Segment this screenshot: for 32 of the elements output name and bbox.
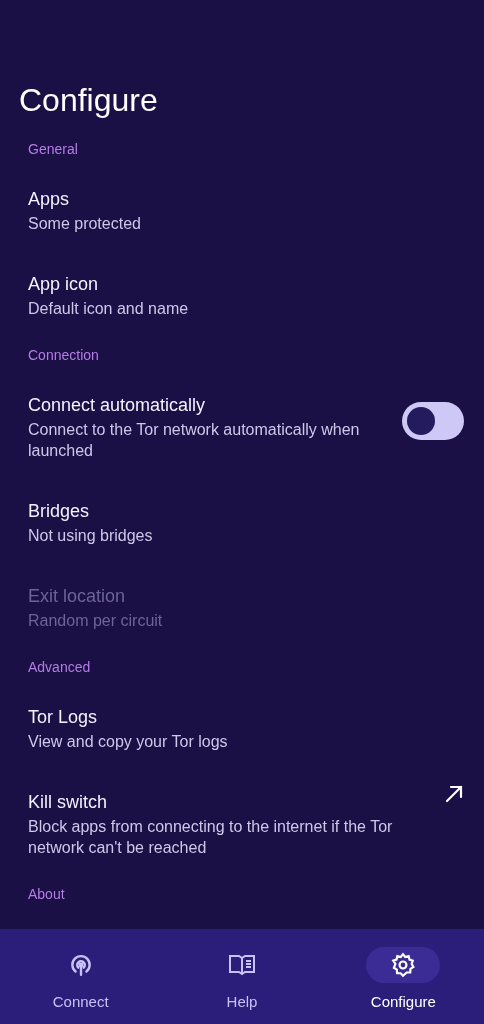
section-header: General <box>28 140 78 158</box>
item-subtitle: Default icon and name <box>28 299 189 319</box>
item-subtitle: Random per circuit <box>28 611 163 631</box>
page-title: Configure <box>19 81 158 120</box>
nav-tab[interactable]: Help <box>161 929 323 1024</box>
item-subtitle: View and copy your Tor logs <box>28 732 228 752</box>
settings-item[interactable]: Kill switch Block apps from connecting to the internet if the Tor network can't be reached <box>0 771 484 877</box>
item-title: Bridges <box>28 500 90 523</box>
settings-icon <box>390 952 417 978</box>
settings-item[interactable]: App icon Default icon and name <box>0 253 484 338</box>
item-subtitle: Block apps from connecting to the internet if the Tor network can't be reached <box>28 817 394 858</box>
item-title: App icon <box>28 273 99 296</box>
item-subtitle: Not using bridges <box>28 526 153 546</box>
item-title: Exit location <box>28 585 126 608</box>
arrow-icon <box>444 784 464 804</box>
item-title: Apps <box>28 188 70 211</box>
item-subtitle: Some protected <box>28 214 141 234</box>
nav-tab[interactable]: Configure <box>322 929 484 1024</box>
settings-item[interactable]: Connect automatically Connect to the Tor network automatically when launched <box>0 374 484 480</box>
section-header: Advanced <box>28 658 91 676</box>
settings-item[interactable]: Apps Some protected <box>0 168 484 253</box>
toggle-switch[interactable] <box>402 402 464 440</box>
section-header: Connection <box>28 346 99 364</box>
item-title: Tor Logs <box>28 706 98 729</box>
nav-tab[interactable]: Connect <box>0 929 162 1024</box>
book-icon <box>228 952 256 978</box>
settings-item[interactable]: Tor Logs View and copy your Tor logs <box>0 686 484 771</box>
settings-item[interactable]: Bridges Not using bridges <box>0 480 484 565</box>
item-subtitle: Connect to the Tor network automatically when launched <box>28 420 361 461</box>
item-title: Kill switch <box>28 791 107 814</box>
item-title: Connect automatically <box>28 394 206 417</box>
section-header: About <box>28 885 65 903</box>
